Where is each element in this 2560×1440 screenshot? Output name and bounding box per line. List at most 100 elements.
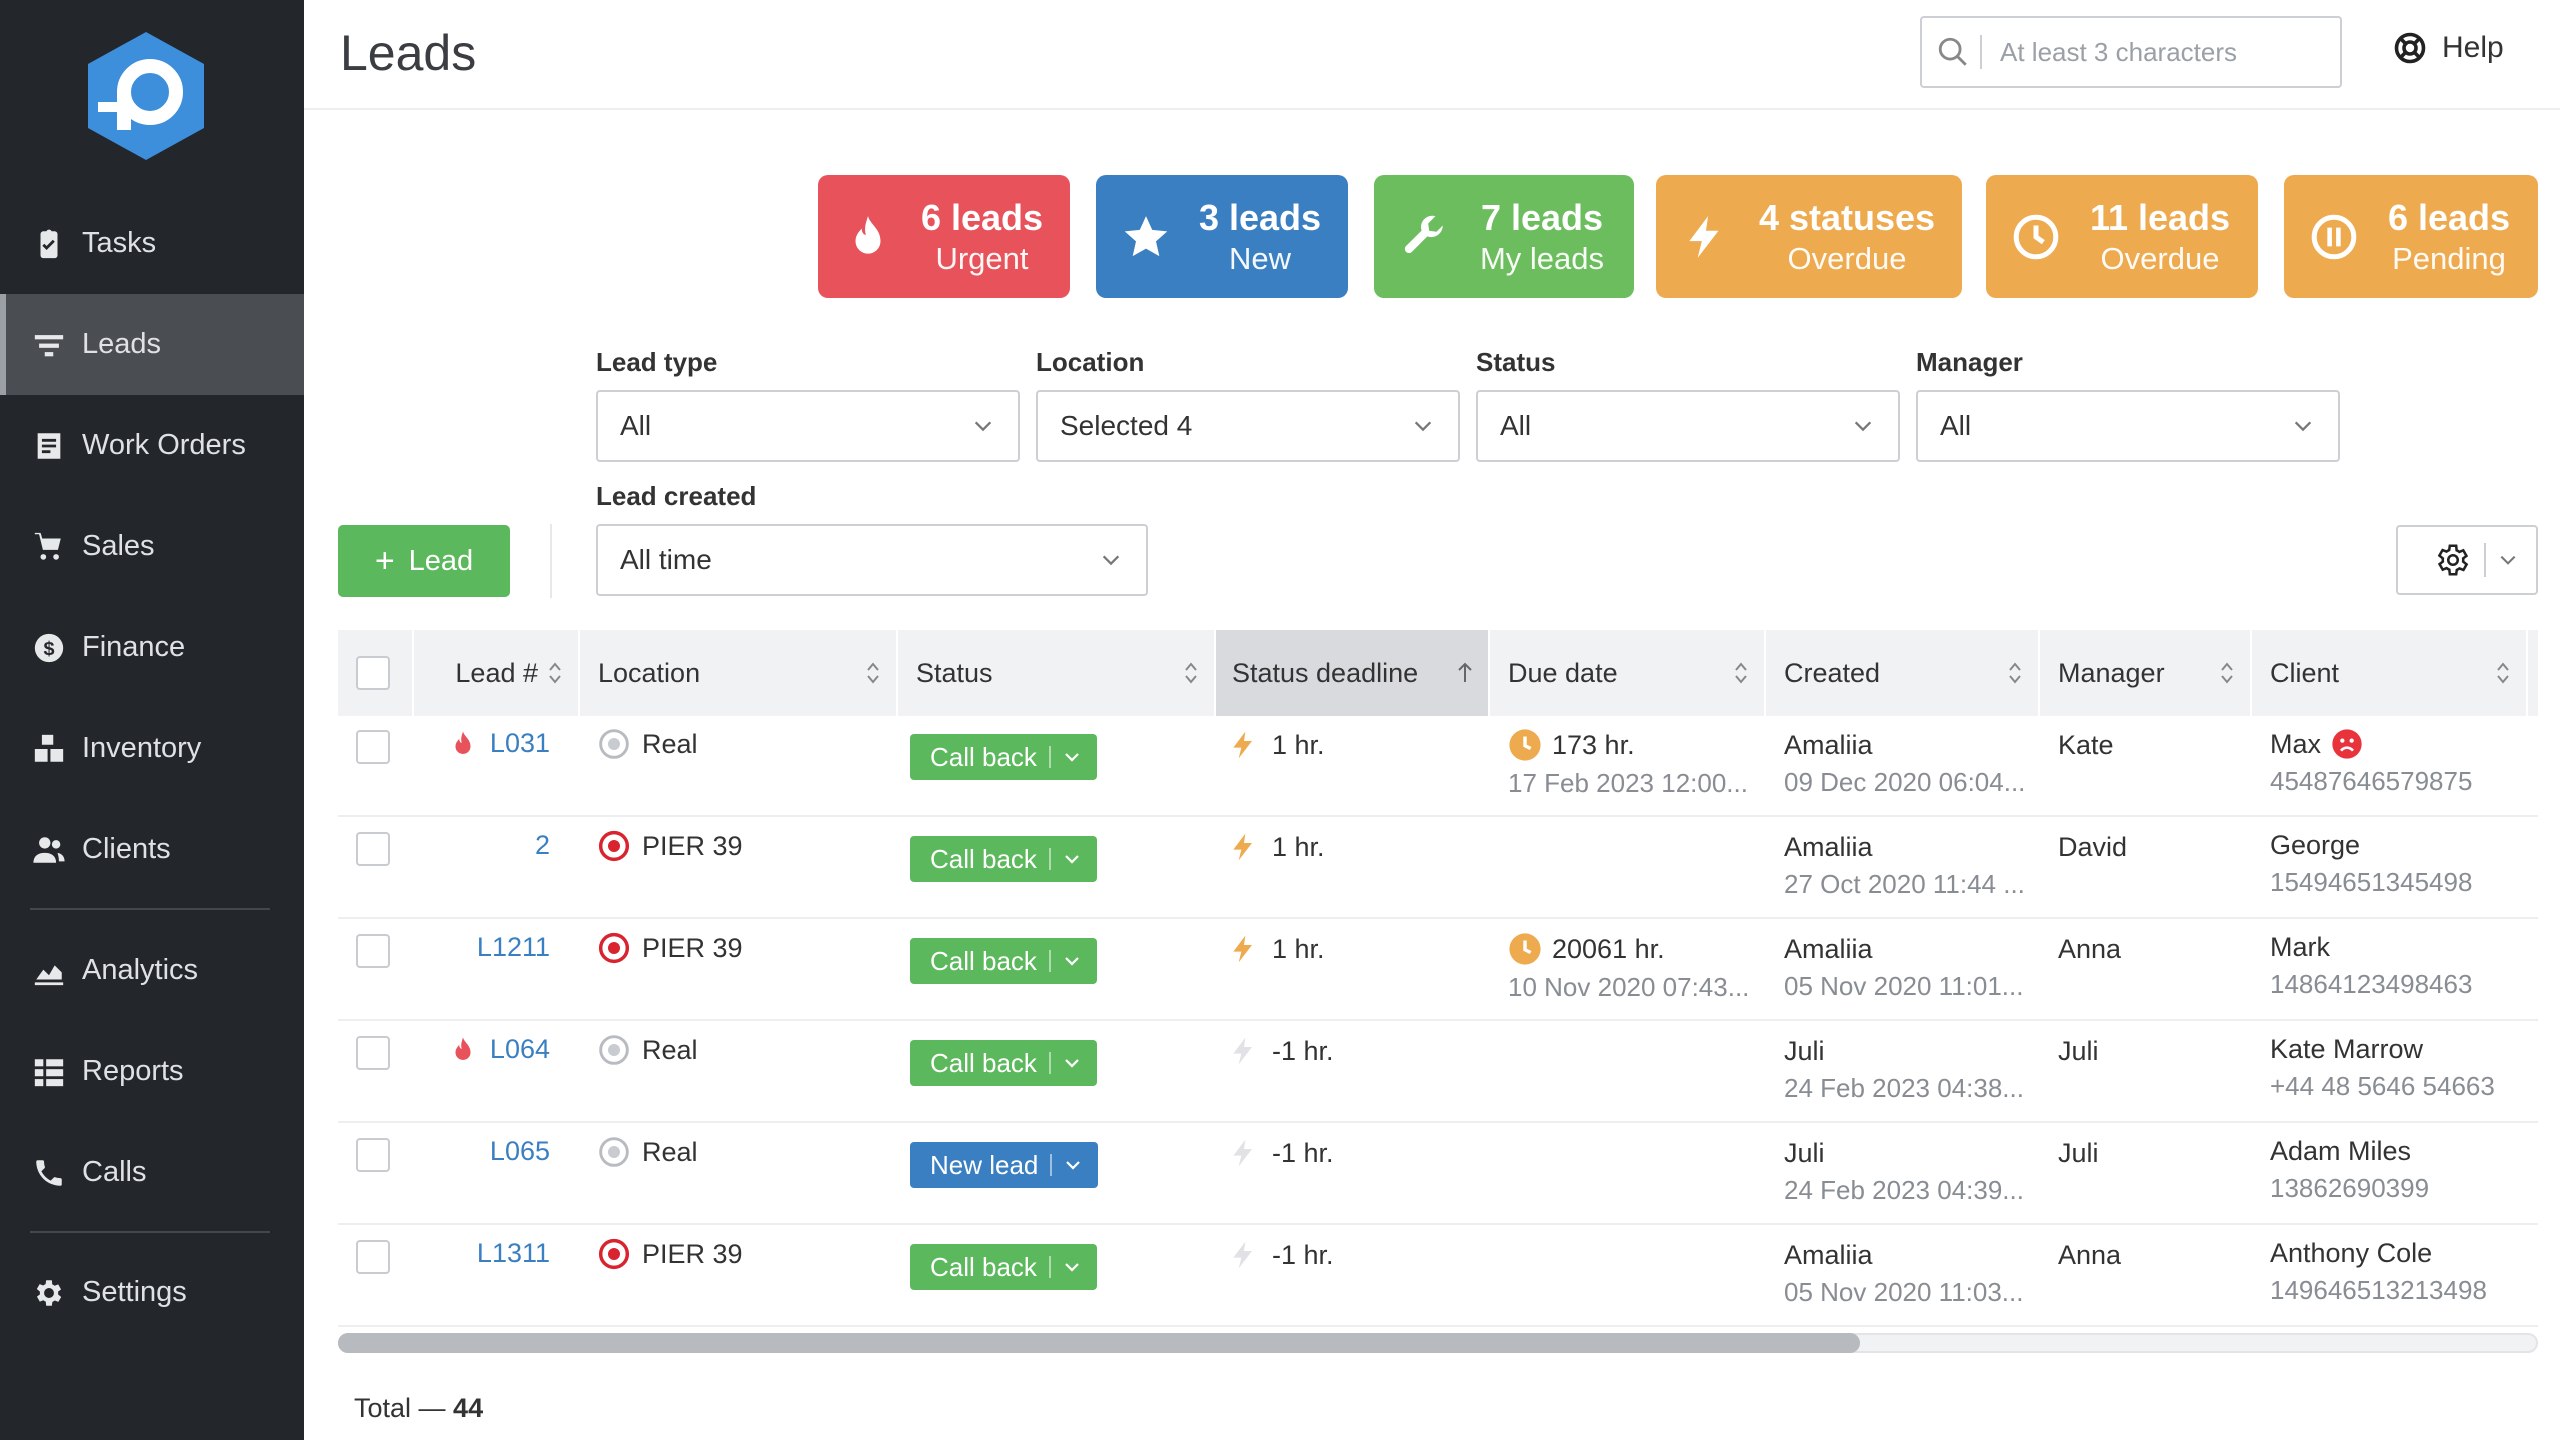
scrollbar-thumb[interactable] xyxy=(338,1333,1860,1353)
sidebar-item-finance[interactable]: $ Finance xyxy=(0,597,304,698)
sidebar-item-analytics[interactable]: Analytics xyxy=(0,920,304,1021)
row-checkbox[interactable] xyxy=(356,1240,390,1274)
lead-link[interactable]: L065 xyxy=(490,1136,550,1167)
status-label: Call back xyxy=(930,945,1037,976)
table-row[interactable]: L1211 PIER 39 Call back 1 hr. 20061 hr. 10 No… xyxy=(338,920,2538,1021)
table-settings-button[interactable] xyxy=(2396,525,2538,595)
sidebar-item-clients[interactable]: Clients xyxy=(0,799,304,900)
svg-text:$: $ xyxy=(43,638,54,660)
column-header-manager[interactable]: Manager xyxy=(2040,630,2252,716)
summary-card-urgent[interactable]: 6 leads Urgent xyxy=(818,175,1070,298)
sidebar-item-reports[interactable]: Reports xyxy=(0,1021,304,1122)
summary-card-overdue-statuses[interactable]: 4 statuses Overdue xyxy=(1656,175,1962,298)
lead-link[interactable]: 2 xyxy=(535,830,550,861)
column-header-lead-number[interactable]: Lead # xyxy=(414,630,580,716)
summary-card-new[interactable]: 3 leads New xyxy=(1096,175,1348,298)
status-dropdown[interactable]: New lead xyxy=(910,1142,1099,1188)
client-name[interactable]: Max xyxy=(2270,729,2321,760)
button-divider xyxy=(2484,543,2486,577)
sidebar-item-calls[interactable]: Calls xyxy=(0,1122,304,1223)
client-name[interactable]: Adam Miles xyxy=(2270,1136,2411,1167)
column-header-location[interactable]: Location xyxy=(580,630,898,716)
search-input[interactable] xyxy=(2000,36,2300,68)
summary-card-my-leads[interactable]: 7 leads My leads xyxy=(1374,175,1634,298)
created-by: Juli xyxy=(1784,1036,1825,1066)
table-header: Lead # Location Status Status deadline D… xyxy=(338,630,2538,716)
client-name[interactable]: Kate Marrow xyxy=(2270,1034,2423,1065)
select-value: All xyxy=(1940,410,1972,441)
client-name[interactable]: Mark xyxy=(2270,932,2330,963)
sort-icon xyxy=(1735,662,1747,684)
column-header-status-deadline[interactable]: Status deadline xyxy=(1216,630,1490,716)
chevron-down-icon xyxy=(1102,555,1120,566)
lead-link[interactable]: L031 xyxy=(490,728,550,759)
table-row[interactable]: 2 PIER 39 Call back 1 hr. Amaliia 27 Oct 2020… xyxy=(338,818,2538,919)
total-count: Total — 44 xyxy=(354,1393,483,1424)
status-dropdown[interactable]: Call back xyxy=(910,1244,1097,1290)
created-by: Amaliia xyxy=(1784,934,1873,964)
row-checkbox[interactable] xyxy=(356,730,390,764)
clock-icon xyxy=(1509,729,1541,761)
status-select[interactable]: All xyxy=(1476,390,1900,462)
card-count: 6 leads xyxy=(920,197,1044,239)
client-name[interactable]: Anthony Cole xyxy=(2270,1238,2432,1269)
sidebar-item-work-orders[interactable]: Work Orders xyxy=(0,395,304,496)
table-row[interactable]: L065 Real New lead -1 hr. Juli 24 Feb 2023 04… xyxy=(338,1124,2538,1225)
column-header-due-date[interactable]: Due date xyxy=(1490,630,1766,716)
app-logo[interactable] xyxy=(88,32,204,160)
sidebar: Tasks Leads Work Orders Sales $ Finance … xyxy=(0,0,304,1440)
status-dropdown[interactable]: Call back xyxy=(910,734,1097,780)
manager-select[interactable]: All xyxy=(1916,390,2340,462)
table-row[interactable]: L064 Real Call back -1 hr. Juli 24 Feb 2023 0… xyxy=(338,1022,2538,1123)
lead-created-select[interactable]: All time xyxy=(596,524,1148,596)
status-dropdown[interactable]: Call back xyxy=(910,1040,1097,1086)
location-select[interactable]: Selected 4 xyxy=(1036,390,1460,462)
add-lead-label: Lead xyxy=(408,544,474,577)
boxes-icon xyxy=(30,730,68,768)
row-checkbox[interactable] xyxy=(356,832,390,866)
summary-card-overdue-leads[interactable]: 11 leads Overdue xyxy=(1986,175,2258,298)
deadline-value: -1 hr. xyxy=(1272,1035,1334,1066)
lead-type-select[interactable]: All xyxy=(596,390,1020,462)
sidebar-item-tasks[interactable]: Tasks xyxy=(0,193,304,294)
sidebar-item-sales[interactable]: Sales xyxy=(0,496,304,597)
card-label: Urgent xyxy=(935,240,1029,276)
lead-link[interactable]: L1211 xyxy=(477,932,550,963)
status-dropdown[interactable]: Call back xyxy=(910,836,1097,882)
lead-link[interactable]: L1311 xyxy=(477,1238,550,1269)
column-header-created[interactable]: Created xyxy=(1766,630,2040,716)
due-hours: 173 hr. xyxy=(1552,729,1635,760)
client-name[interactable]: George xyxy=(2270,830,2360,861)
lead-link[interactable]: L064 xyxy=(490,1034,550,1065)
lead-number-cell: L031 xyxy=(414,728,580,759)
help-link[interactable]: Help xyxy=(2392,30,2504,66)
select-all-checkbox[interactable] xyxy=(356,656,390,690)
deadline-value: -1 hr. xyxy=(1272,1137,1334,1168)
chevron-down-icon xyxy=(1065,957,1079,966)
status-deadline-cell: -1 hr. xyxy=(1228,1034,1334,1068)
add-lead-button[interactable]: + Lead xyxy=(338,525,510,597)
table-row[interactable]: L031 Real Call back 1 hr. 173 hr. 17 Feb 2023… xyxy=(338,716,2538,817)
total-value: 44 xyxy=(453,1393,484,1423)
lead-created-label: Lead created xyxy=(596,481,757,511)
chevron-down-icon xyxy=(1065,1263,1079,1272)
help-label: Help xyxy=(2442,31,2504,64)
sidebar-item-inventory[interactable]: Inventory xyxy=(0,698,304,799)
summary-card-pending[interactable]: 6 leads Pending xyxy=(2284,175,2538,298)
cart-icon xyxy=(30,528,68,566)
status-dropdown[interactable]: Call back xyxy=(910,938,1097,984)
created-cell: Juli 24 Feb 2023 04:38... xyxy=(1784,1036,2024,1104)
status-label: Call back xyxy=(930,1047,1037,1078)
row-checkbox[interactable] xyxy=(356,1036,390,1070)
sidebar-item-leads[interactable]: Leads xyxy=(0,294,304,395)
column-header-client[interactable]: Client xyxy=(2252,630,2528,716)
search-box[interactable] xyxy=(1920,16,2342,88)
sidebar-item-settings[interactable]: Settings xyxy=(0,1242,304,1343)
row-checkbox[interactable] xyxy=(356,1138,390,1172)
chevron-down-icon xyxy=(1854,421,1872,432)
table-row[interactable]: L1311 PIER 39 Call back -1 hr. Amaliia 05 Nov… xyxy=(338,1226,2538,1327)
column-header-status[interactable]: Status xyxy=(898,630,1216,716)
row-checkbox[interactable] xyxy=(356,934,390,968)
manager-label: Manager xyxy=(1916,347,2023,377)
client-phone: 149646513213498 xyxy=(2270,1275,2487,1305)
